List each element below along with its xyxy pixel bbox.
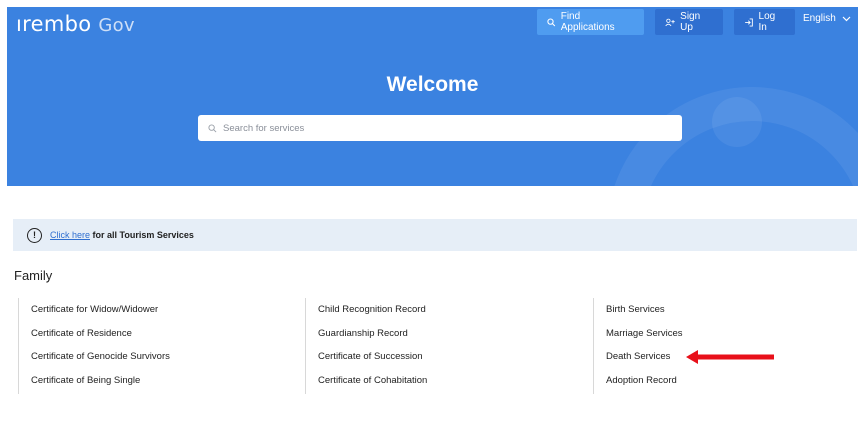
- hero-banner: ırembo Gov Find Applications Sign Up Log…: [7, 7, 858, 186]
- service-link[interactable]: Certificate of Being Single: [31, 369, 170, 393]
- log-in-label: Log In: [758, 11, 776, 33]
- login-icon: [745, 17, 753, 27]
- logo-gov-text: Gov: [98, 15, 135, 36]
- service-link-death-services[interactable]: Death Services: [606, 345, 683, 369]
- family-column-2: Child Recognition Record Guardianship Re…: [305, 298, 427, 394]
- family-section-title: Family: [14, 268, 53, 283]
- service-link[interactable]: Adoption Record: [606, 369, 683, 393]
- language-label: English: [803, 13, 836, 24]
- logo-text: ırembo: [16, 12, 92, 36]
- sign-up-label: Sign Up: [680, 11, 701, 33]
- info-icon: !: [27, 227, 42, 243]
- search-icon: [547, 17, 556, 26]
- service-link[interactable]: Certificate of Succession: [318, 345, 427, 369]
- service-link[interactable]: Birth Services: [606, 298, 683, 322]
- search-bar[interactable]: [198, 115, 682, 141]
- find-applications-label: Find Applications: [560, 11, 615, 33]
- family-column-3: Birth Services Marriage Services Death S…: [593, 298, 683, 394]
- language-selector[interactable]: English: [803, 13, 851, 24]
- add-user-icon: [665, 18, 675, 26]
- service-link[interactable]: Certificate of Cohabitation: [318, 369, 427, 393]
- service-link[interactable]: Certificate of Residence: [31, 322, 170, 346]
- service-link[interactable]: Marriage Services: [606, 322, 683, 346]
- search-input[interactable]: [223, 122, 663, 134]
- family-column-1: Certificate for Widow/Widower Certificat…: [18, 298, 170, 394]
- decorative-dot: [712, 97, 762, 147]
- find-applications-button[interactable]: Find Applications: [537, 9, 644, 35]
- service-link[interactable]: Certificate for Widow/Widower: [31, 298, 170, 322]
- chevron-down-icon: [842, 16, 851, 21]
- tourism-notice-text: for all Tourism Services: [92, 230, 194, 240]
- search-icon: [208, 123, 217, 132]
- service-link[interactable]: Child Recognition Record: [318, 298, 427, 322]
- tourism-link[interactable]: Click here: [50, 230, 90, 240]
- red-arrow-icon: [686, 350, 774, 364]
- page-title: Welcome: [386, 73, 479, 96]
- tourism-notice: ! Click here for all Tourism Services: [13, 219, 857, 251]
- log-in-button[interactable]: Log In: [734, 9, 795, 35]
- service-link[interactable]: Certificate of Genocide Survivors: [31, 345, 170, 369]
- service-link[interactable]: Guardianship Record: [318, 322, 427, 346]
- sign-up-button[interactable]: Sign Up: [655, 9, 723, 35]
- irembo-logo[interactable]: ırembo Gov: [16, 12, 135, 36]
